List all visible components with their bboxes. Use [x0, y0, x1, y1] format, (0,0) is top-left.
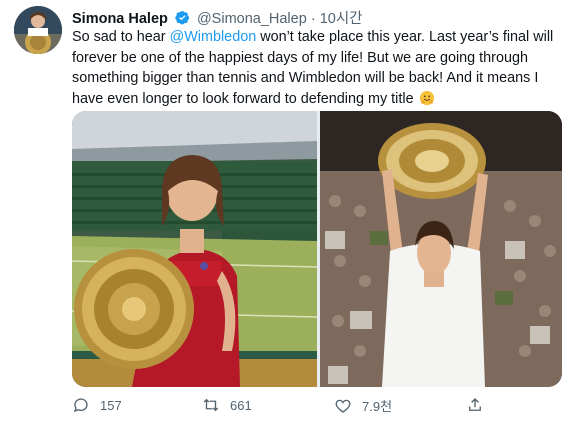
retweet-button[interactable]: 661 [202, 396, 252, 414]
avatar[interactable] [14, 6, 62, 54]
mention-link[interactable]: @Wimbledon [170, 29, 257, 45]
reply-icon [73, 398, 88, 413]
tweet-text-start: So sad to hear [72, 29, 170, 45]
tweet-header: Simona Halep @Simona_Halep · 10시간 [72, 7, 363, 28]
tweet-text: So sad to hear @Wimbledon won’t take pla… [72, 27, 564, 109]
timestamp[interactable]: 10시간 [320, 11, 363, 27]
like-count: 7.9천 [362, 399, 393, 414]
hugging-face-emoji [419, 90, 434, 105]
share-icon [469, 398, 481, 411]
tweet-actions: 157 661 7.9천 [72, 396, 552, 420]
retweet-count: 661 [230, 397, 252, 413]
photo-centre-court-trophy[interactable] [72, 111, 318, 387]
share-button[interactable] [466, 396, 494, 414]
reply-button[interactable]: 157 [72, 396, 122, 414]
tweet-media[interactable] [72, 111, 562, 387]
tweet[interactable]: Simona Halep @Simona_Halep · 10시간 So sad… [0, 0, 580, 425]
heart-icon [335, 399, 351, 413]
verified-badge-icon [175, 10, 190, 25]
like-button[interactable]: 7.9천 [334, 396, 392, 415]
author-name[interactable]: Simona Halep [72, 11, 168, 27]
retweet-icon [203, 398, 219, 412]
reply-count: 157 [100, 397, 122, 413]
separator-dot: · [310, 11, 316, 27]
photo-trophy-raised[interactable] [320, 111, 562, 387]
author-handle[interactable]: @Simona_Halep [197, 11, 307, 27]
